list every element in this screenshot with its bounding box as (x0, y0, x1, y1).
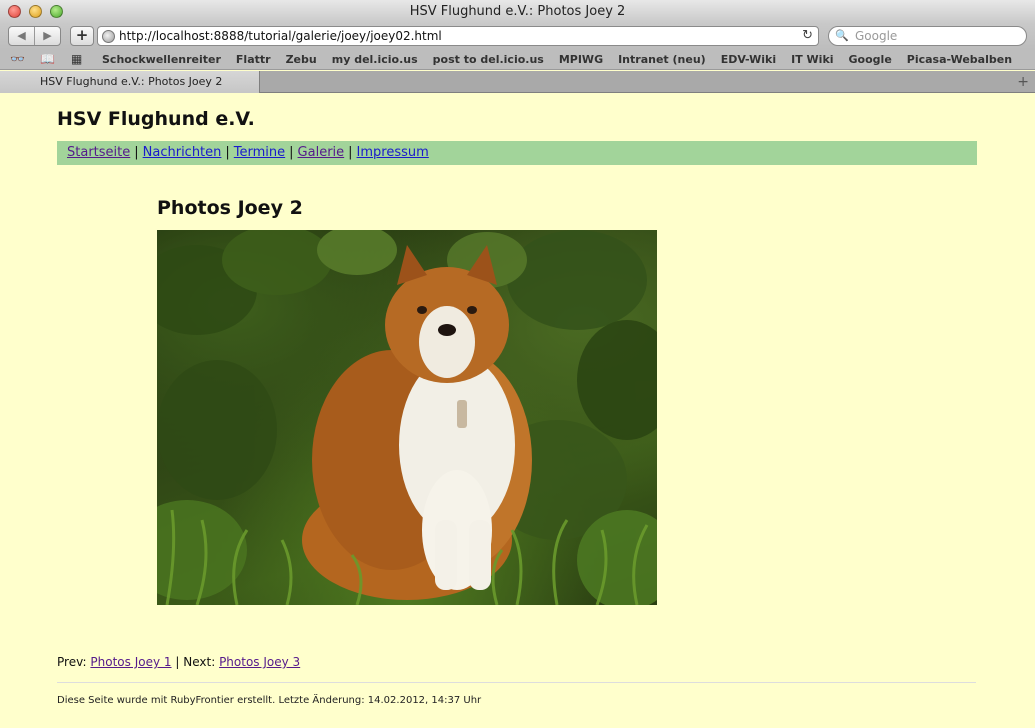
page-content: HSV Flughund e.V. Startseite | Nachrichten… (0, 94, 1035, 728)
tab-bar: HSV Flughund e.V.: Photos Joey 2 + (0, 71, 1035, 93)
gallery-pagination: Prev: Photos Joey 1 | Next: Photos Joey … (57, 655, 300, 669)
bookmark-item[interactable]: Zebu (286, 49, 317, 70)
dog-photo (157, 230, 657, 605)
nav-link-termine[interactable]: Termine (234, 145, 285, 160)
bookmark-item[interactable]: Flattr (236, 49, 271, 70)
next-photo-link[interactable]: Photos Joey 3 (219, 655, 300, 669)
reading-list-icon[interactable]: 👓 (10, 51, 25, 67)
search-icon: 🔍 (835, 29, 849, 42)
reload-icon[interactable]: ↻ (802, 27, 813, 45)
footer-divider (57, 682, 976, 683)
nav-link-startseite[interactable]: Startseite (67, 145, 130, 160)
nav-separator: | (348, 145, 353, 160)
bookmark-item[interactable]: Schockwellenreiter (102, 49, 221, 70)
window-titlebar: HSV Flughund e.V.: Photos Joey 2 (0, 0, 1035, 23)
sheltie-dog-illustration (157, 230, 657, 605)
nav-link-galerie[interactable]: Galerie (298, 145, 345, 160)
add-bookmark-button[interactable]: + (70, 26, 94, 46)
nav-link-nachrichten[interactable]: Nachrichten (143, 145, 222, 160)
nav-link-impressum[interactable]: Impressum (357, 145, 429, 160)
bookmark-item[interactable]: Intranet (neu) (618, 49, 706, 70)
nav-separator: | (289, 145, 294, 160)
globe-icon (102, 30, 115, 43)
address-bar[interactable]: http://localhost:8888/tutorial/galerie/j… (97, 26, 819, 46)
tab-active[interactable]: HSV Flughund e.V.: Photos Joey 2 (0, 71, 260, 93)
zoom-window-icon[interactable] (50, 5, 63, 18)
search-field[interactable]: 🔍 Google (828, 26, 1027, 46)
minimize-window-icon[interactable] (29, 5, 42, 18)
nav-separator: | (134, 145, 139, 160)
dog-figure (302, 245, 532, 600)
next-label: Next: (183, 655, 216, 669)
new-tab-icon[interactable]: + (1017, 71, 1029, 93)
prev-label: Prev: (57, 655, 87, 669)
prev-photo-link[interactable]: Photos Joey 1 (90, 655, 171, 669)
bookmark-item[interactable]: post to del.icio.us (433, 49, 544, 70)
back-button[interactable]: ◀ (9, 27, 34, 45)
bookmark-item[interactable]: IT Wiki (791, 49, 833, 70)
bookmark-item[interactable]: EDV-Wiki (721, 49, 776, 70)
page-heading: Photos Joey 2 (157, 197, 303, 219)
bookmarks-icon[interactable]: 📖 (40, 51, 55, 67)
nav-separator: | (225, 145, 230, 160)
close-window-icon[interactable] (8, 5, 21, 18)
bookmark-item[interactable]: Picasa-Webalben (907, 49, 1012, 70)
footer-text: Diese Seite wurde mit RubyFrontier erste… (57, 695, 482, 706)
forward-button[interactable]: ▶ (34, 27, 60, 45)
pagination-separator: | (175, 655, 180, 669)
search-placeholder: Google (855, 29, 898, 43)
site-navigation: Startseite | Nachrichten | Termine | Galerie | I… (57, 141, 977, 165)
bookmark-list: Schockwellenreiter Flattr Zebu my del.ic… (102, 49, 1027, 70)
bookmark-item[interactable]: Google (849, 49, 892, 70)
site-title: HSV Flughund e.V. (57, 108, 255, 130)
bookmark-item[interactable]: MPIWG (559, 49, 603, 70)
window-title: HSV Flughund e.V.: Photos Joey 2 (409, 4, 626, 19)
bookmarks-bar: 👓 📖 ▦ Schockwellenreiter Flattr Zebu my … (0, 49, 1035, 70)
url-text[interactable]: http://localhost:8888/tutorial/galerie/j… (119, 27, 442, 45)
history-nav: ◀ ▶ (8, 26, 61, 46)
browser-toolbar: ◀ ▶ + http://localhost:8888/tutorial/gal… (0, 23, 1035, 49)
top-sites-icon[interactable]: ▦ (71, 51, 82, 67)
bookmark-item[interactable]: my del.icio.us (332, 49, 418, 70)
